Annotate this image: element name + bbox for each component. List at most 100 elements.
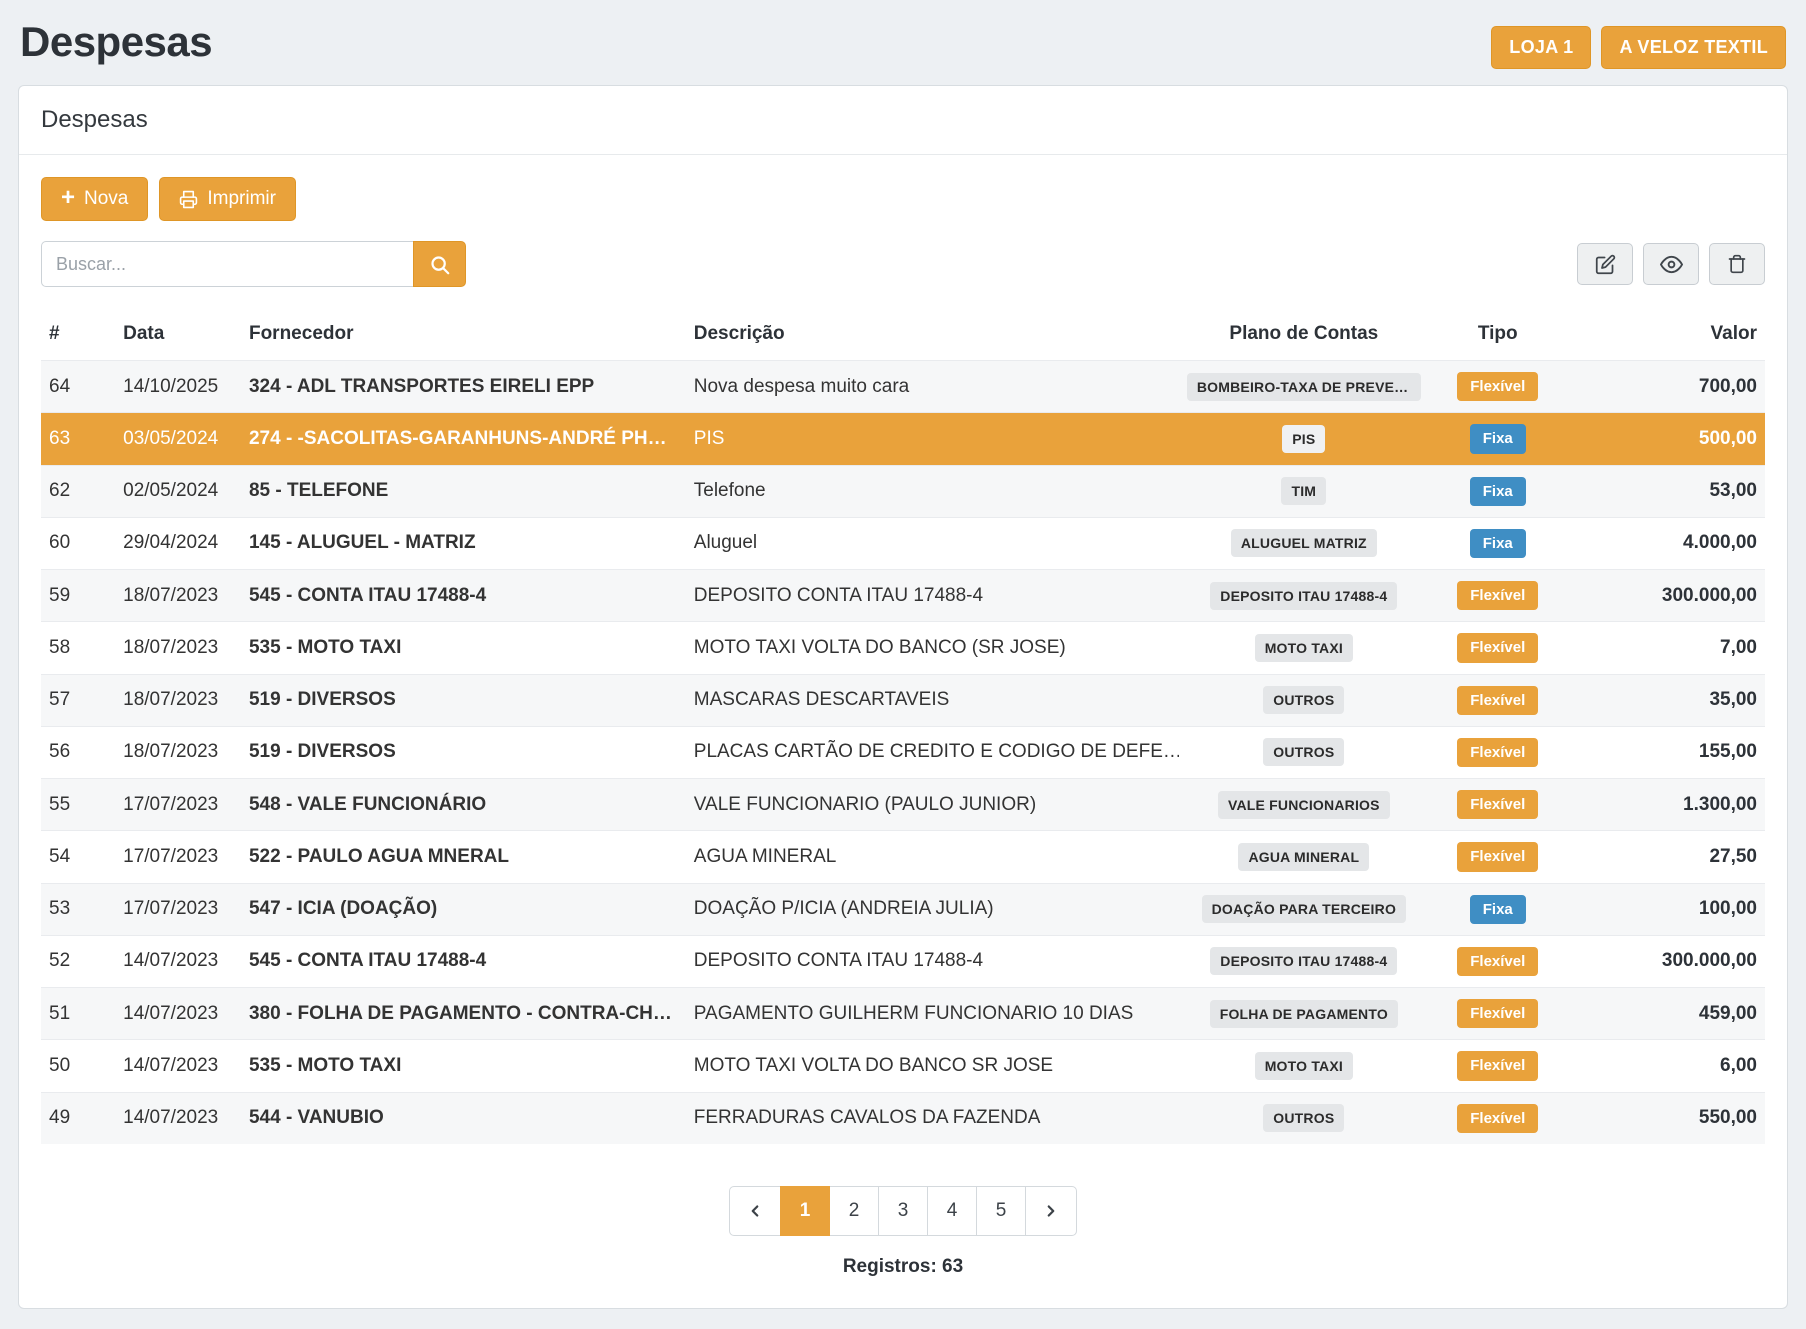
cell-type: Fixa (1429, 465, 1567, 517)
edit-button[interactable] (1577, 243, 1633, 285)
cell-type: Flexível (1429, 779, 1567, 831)
pagination-next-button[interactable] (1025, 1186, 1077, 1236)
cell-date: 02/05/2024 (115, 465, 241, 517)
search-button[interactable] (413, 241, 466, 287)
expense-row[interactable]: 6303/05/2024274 - -SACOLITAS-GARANHUNS-A… (41, 413, 1765, 465)
expense-row[interactable]: 5718/07/2023519 - DIVERSOSMASCARAS DESCA… (41, 674, 1765, 726)
cell-value: 100,00 (1567, 883, 1765, 935)
cell-date: 29/04/2024 (115, 517, 241, 569)
expense-row[interactable]: 5214/07/2023545 - CONTA ITAU 17488-4DEPO… (41, 935, 1765, 987)
pagination-page-1[interactable]: 1 (780, 1186, 830, 1236)
cell-date: 14/07/2023 (115, 1040, 241, 1092)
new-expense-button[interactable]: + Nova (41, 177, 148, 221)
cell-type: Flexível (1429, 674, 1567, 726)
expense-row[interactable]: 5317/07/2023547 - ICIA (DOAÇÃO)DOAÇÃO P/… (41, 883, 1765, 935)
expense-row[interactable]: 5517/07/2023548 - VALE FUNCIONÁRIOVALE F… (41, 779, 1765, 831)
cell-type: Fixa (1429, 883, 1567, 935)
cell-date: 17/07/2023 (115, 883, 241, 935)
cell-num: 64 (41, 361, 115, 413)
store-button[interactable]: LOJA 1 (1491, 26, 1591, 69)
cell-description: FERRADURAS CAVALOS DA FAZENDA (686, 1092, 1179, 1144)
cell-description: PAGAMENTO GUILHERM FUNCIONARIO 10 DIAS (686, 988, 1179, 1040)
pagination-page-5[interactable]: 5 (976, 1186, 1026, 1236)
cell-account: PIS (1179, 413, 1429, 465)
type-badge: Fixa (1470, 424, 1526, 453)
cell-account: AGUA MINERAL (1179, 831, 1429, 883)
cell-num: 62 (41, 465, 115, 517)
cell-value: 53,00 (1567, 465, 1765, 517)
cell-account: OUTROS (1179, 726, 1429, 778)
cell-date: 17/07/2023 (115, 831, 241, 883)
type-badge: Flexível (1457, 686, 1538, 715)
expense-row[interactable]: 6202/05/202485 - TELEFONETelefoneTIMFixa… (41, 465, 1765, 517)
cell-supplier: 547 - ICIA (DOAÇÃO) (241, 883, 686, 935)
account-badge: OUTROS (1263, 738, 1344, 766)
cell-account: FOLHA DE PAGAMENTO (1179, 988, 1429, 1040)
cell-account: DEPOSITO ITAU 17488-4 (1179, 570, 1429, 622)
cell-type: Flexível (1429, 622, 1567, 674)
pagination-page-3[interactable]: 3 (878, 1186, 928, 1236)
print-label: Imprimir (207, 188, 276, 210)
expense-row[interactable]: 5114/07/2023380 - FOLHA DE PAGAMENTO - C… (41, 988, 1765, 1040)
chevron-left-icon (746, 1202, 764, 1220)
panel-title: Despesas (19, 86, 1787, 155)
expense-row[interactable]: 6414/10/2025324 - ADL TRANSPORTES EIRELI… (41, 361, 1765, 413)
cell-type: Fixa (1429, 413, 1567, 465)
expense-row[interactable]: 5417/07/2023522 - PAULO AGUA MNERALAGUA … (41, 831, 1765, 883)
table-body: 6414/10/2025324 - ADL TRANSPORTES EIRELI… (41, 361, 1765, 1144)
cell-value: 4.000,00 (1567, 517, 1765, 569)
print-button[interactable]: Imprimir (159, 177, 296, 221)
cell-value: 6,00 (1567, 1040, 1765, 1092)
cell-description: DOAÇÃO P/ICIA (ANDREIA JULIA) (686, 883, 1179, 935)
search-input[interactable] (41, 241, 413, 287)
account-badge: DEPOSITO ITAU 17488-4 (1210, 582, 1397, 610)
cell-num: 59 (41, 570, 115, 622)
edit-icon (1595, 254, 1616, 275)
expense-row[interactable]: 4914/07/2023544 - VANUBIOFERRADURAS CAVA… (41, 1092, 1765, 1144)
account-badge: TIM (1281, 477, 1326, 505)
type-badge: Flexível (1457, 842, 1538, 871)
expense-row[interactable]: 5618/07/2023519 - DIVERSOSPLACAS CARTÃO … (41, 726, 1765, 778)
cell-num: 58 (41, 622, 115, 674)
column-header-num: # (41, 311, 115, 361)
cell-account: MOTO TAXI (1179, 1040, 1429, 1092)
view-button[interactable] (1643, 243, 1699, 285)
cell-num: 60 (41, 517, 115, 569)
cell-type: Flexível (1429, 361, 1567, 413)
type-badge: Fixa (1470, 529, 1526, 558)
expense-row[interactable]: 6029/04/2024145 - ALUGUEL - MATRIZAlugue… (41, 517, 1765, 569)
cell-description: MOTO TAXI VOLTA DO BANCO SR JOSE (686, 1040, 1179, 1092)
cell-value: 500,00 (1567, 413, 1765, 465)
pagination-prev-button[interactable] (729, 1186, 781, 1236)
expense-row[interactable]: 5918/07/2023545 - CONTA ITAU 17488-4DEPO… (41, 570, 1765, 622)
delete-button[interactable] (1709, 243, 1765, 285)
cell-description: DEPOSITO CONTA ITAU 17488-4 (686, 935, 1179, 987)
type-badge: Fixa (1470, 895, 1526, 924)
cell-description: MOTO TAXI VOLTA DO BANCO (SR JOSE) (686, 622, 1179, 674)
cell-date: 14/07/2023 (115, 935, 241, 987)
account-badge: DOAÇÃO PARA TERCEIRO (1202, 895, 1406, 923)
pagination-page-4[interactable]: 4 (927, 1186, 977, 1236)
cell-description: PIS (686, 413, 1179, 465)
cell-supplier: 522 - PAULO AGUA MNERAL (241, 831, 686, 883)
account-badge: DEPOSITO ITAU 17488-4 (1210, 947, 1397, 975)
cell-type: Flexível (1429, 570, 1567, 622)
company-button[interactable]: A VELOZ TEXTIL (1601, 26, 1786, 69)
expense-row[interactable]: 5014/07/2023535 - MOTO TAXIMOTO TAXI VOL… (41, 1040, 1765, 1092)
expense-row[interactable]: 5818/07/2023535 - MOTO TAXIMOTO TAXI VOL… (41, 622, 1765, 674)
cell-description: PLACAS CARTÃO DE CREDITO E CODIGO DE DEF… (686, 726, 1179, 778)
type-badge: Flexível (1457, 581, 1538, 610)
cell-supplier: 324 - ADL TRANSPORTES EIRELI EPP (241, 361, 686, 413)
type-badge: Flexível (1457, 790, 1538, 819)
pagination-page-2[interactable]: 2 (829, 1186, 879, 1236)
cell-date: 14/10/2025 (115, 361, 241, 413)
type-badge: Fixa (1470, 477, 1526, 506)
cell-value: 1.300,00 (1567, 779, 1765, 831)
cell-account: DOAÇÃO PARA TERCEIRO (1179, 883, 1429, 935)
records-count: Registros: 63 (41, 1256, 1765, 1278)
search-icon (429, 254, 450, 275)
cell-account: ALUGUEL MATRIZ (1179, 517, 1429, 569)
printer-icon (179, 190, 198, 209)
cell-description: Aluguel (686, 517, 1179, 569)
toolbar: + Nova Imprimir (41, 177, 1765, 221)
